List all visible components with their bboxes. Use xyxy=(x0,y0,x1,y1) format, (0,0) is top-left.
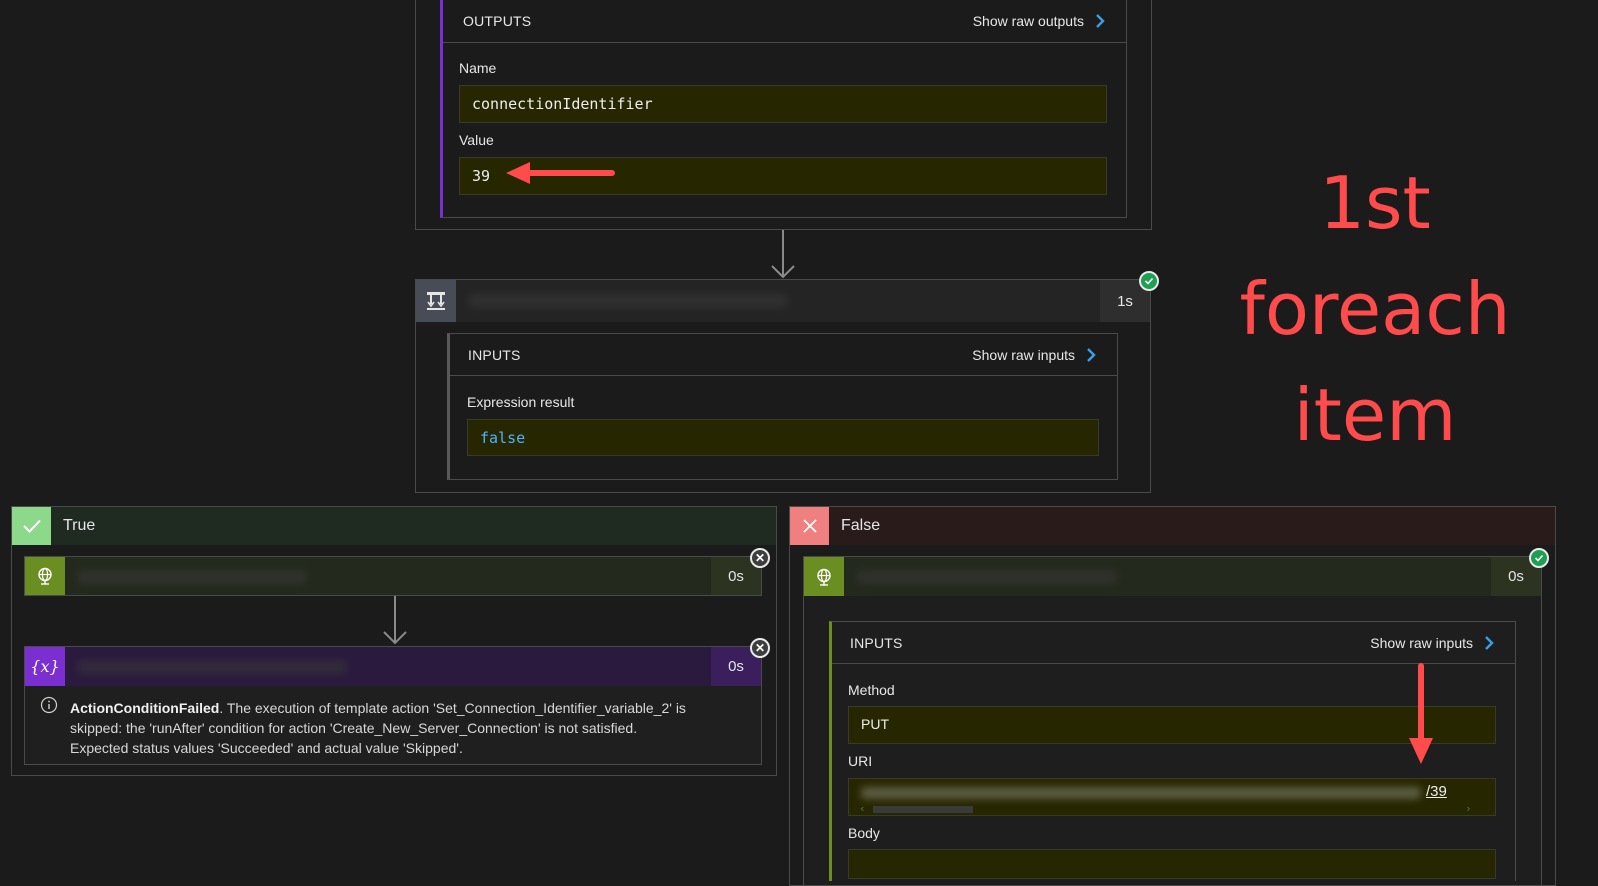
error-line2: skipped: the 'runAfter' condition for ac… xyxy=(70,720,638,736)
http-icon xyxy=(804,557,844,596)
false-branch-label: False xyxy=(841,517,881,534)
body-label: Body xyxy=(848,825,880,841)
expression-result-field[interactable]: false xyxy=(467,419,1099,456)
annotation-text: 1st foreach item xyxy=(1230,150,1520,468)
false-x-icon xyxy=(790,507,829,545)
show-raw-outputs-label: Show raw outputs xyxy=(972,13,1084,29)
error-code: ActionConditionFailed xyxy=(70,700,220,716)
outputs-title: OUTPUTS xyxy=(463,13,532,29)
globe-icon xyxy=(817,568,831,586)
false-show-raw-inputs-link[interactable]: Show raw inputs xyxy=(1370,635,1497,651)
chevron-right-icon xyxy=(1485,635,1494,650)
error-line3: Expected status values 'Succeeded' and a… xyxy=(70,740,463,756)
scroll-right-icon[interactable]: › xyxy=(1465,802,1472,815)
show-raw-outputs-link[interactable]: Show raw outputs xyxy=(973,13,1108,29)
condition-show-raw-inputs-link[interactable]: Show raw inputs xyxy=(972,347,1099,363)
action-title-redacted xyxy=(77,570,307,584)
chevron-right-icon xyxy=(1096,14,1105,28)
method-field[interactable]: PUT xyxy=(848,706,1496,744)
uri-scrollbar[interactable]: ‹ › xyxy=(859,802,1475,815)
condition-inputs-title: INPUTS xyxy=(468,346,521,363)
condition-header[interactable]: 1s xyxy=(416,280,1150,322)
globe-icon xyxy=(38,567,52,585)
set-connection-identifier-action[interactable]: {x} 0s ActionConditionFailed. The execut… xyxy=(24,646,762,765)
connector-arrow-icon xyxy=(771,230,795,279)
success-badge-icon xyxy=(1529,548,1549,568)
chevron-right-icon xyxy=(1087,347,1096,362)
scroll-left-icon[interactable]: ‹ xyxy=(859,802,866,815)
annotation-line1: 1st xyxy=(1319,161,1431,245)
true-branch-header[interactable]: True xyxy=(12,507,776,545)
connector-arrow-icon xyxy=(383,596,407,645)
annotation-line3: item xyxy=(1293,373,1457,457)
uri-label: URI xyxy=(848,753,873,769)
false-branch-header[interactable]: False xyxy=(790,507,1555,545)
false-inputs-title: INPUTS xyxy=(850,634,903,651)
condition-show-raw-inputs-label: Show raw inputs xyxy=(972,346,1075,363)
success-badge-icon xyxy=(1139,271,1159,291)
info-icon xyxy=(40,696,58,714)
annotation-arrow-down xyxy=(1409,663,1433,764)
value-label: Value xyxy=(459,132,494,148)
body-field[interactable] xyxy=(848,849,1496,879)
uri-field[interactable]: /39 ‹ › xyxy=(848,778,1496,816)
condition-icon xyxy=(416,280,456,322)
uri-redacted xyxy=(861,787,1421,799)
condition-title-redacted xyxy=(468,294,788,308)
action-condition-failed-message: ActionConditionFailed. The execution of … xyxy=(70,698,750,758)
variable-header: {x} 0s xyxy=(25,647,761,686)
variable-title-redacted xyxy=(77,660,347,674)
variable-icon: {x} xyxy=(25,647,65,686)
false-action-header: 0s xyxy=(804,557,1541,596)
http-icon xyxy=(25,557,65,595)
true-branch-label: True xyxy=(63,517,96,534)
expression-result-label: Expression result xyxy=(467,394,575,410)
annotation-arrow-left xyxy=(506,162,615,184)
condition-branch-icon xyxy=(427,292,445,310)
annotation-line2: foreach xyxy=(1239,267,1511,351)
skipped-badge-icon: ✕ xyxy=(750,638,770,658)
true-check-icon xyxy=(12,507,51,545)
false-action-title-redacted xyxy=(857,570,1117,584)
skipped-badge-icon: ✕ xyxy=(750,548,770,568)
scroll-thumb[interactable] xyxy=(873,806,973,813)
create-new-server-connection-action[interactable]: 0s xyxy=(24,556,762,596)
error-line1: . The execution of template action 'Set_… xyxy=(219,700,686,716)
uri-tail: /39 xyxy=(1426,783,1447,800)
false-show-raw-inputs-label: Show raw inputs xyxy=(1370,634,1473,651)
name-value-field[interactable]: connectionIdentifier xyxy=(459,85,1107,123)
method-label: Method xyxy=(848,682,895,698)
name-label: Name xyxy=(459,60,497,76)
